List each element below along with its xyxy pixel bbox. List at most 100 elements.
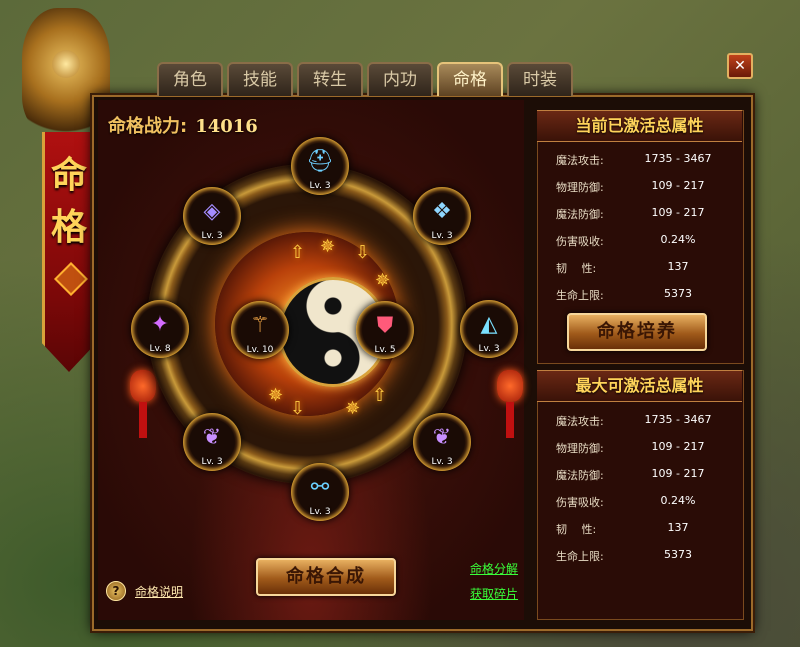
tab-rebirth[interactable]: 转生 bbox=[297, 62, 363, 96]
attr-key: 物理防御: bbox=[556, 181, 604, 194]
attr-key: 魔法防御: bbox=[556, 208, 604, 221]
attr-value: 109 - 217 bbox=[651, 467, 705, 480]
slot-level: Lv. 3 bbox=[309, 507, 331, 517]
armor-icon: ⛊ bbox=[376, 313, 394, 338]
gauntlet-icon: ✦ bbox=[150, 312, 170, 337]
current-attr-row: 魔法防御: 109 - 217 bbox=[556, 206, 736, 226]
slot-level: Lv. 10 bbox=[246, 345, 274, 355]
slot-ring-left[interactable]: ❦ Lv. 3 bbox=[183, 413, 241, 471]
current-attrs-title: 当前已激活总属性 bbox=[537, 110, 742, 142]
lantern-icon bbox=[497, 370, 523, 402]
rune-icon: ⇩ bbox=[290, 398, 306, 419]
current-attr-row: 生命上限: 5373 bbox=[556, 287, 736, 307]
current-attr-row: 物理防御: 109 - 217 bbox=[556, 179, 736, 199]
close-button[interactable]: ✕ bbox=[727, 53, 753, 79]
attr-value: 137 bbox=[667, 260, 689, 273]
slot-level: Lv. 3 bbox=[201, 457, 223, 467]
slot-gauntlet[interactable]: ✦ Lv. 8 bbox=[131, 300, 189, 358]
current-attr-row: 韧 性: 137 bbox=[556, 260, 736, 280]
attr-key: 韧 性: bbox=[556, 523, 597, 536]
ring-icon: ❦ bbox=[202, 425, 222, 450]
rune-icon: ⇧ bbox=[372, 385, 388, 406]
lantern-icon bbox=[130, 370, 156, 402]
obtain-fragments-link[interactable]: 获取碎片 bbox=[470, 585, 518, 602]
rune-icon: ✵ bbox=[268, 385, 284, 406]
help-link[interactable]: 命格说明 bbox=[135, 583, 183, 600]
attr-value: 109 - 217 bbox=[651, 206, 705, 219]
leggings-icon: ⚯ bbox=[310, 475, 330, 500]
slot-armor[interactable]: ⛊ Lv. 5 bbox=[356, 301, 414, 359]
slot-ring-right[interactable]: ❦ Lv. 3 bbox=[413, 413, 471, 471]
max-attr-row: 魔法防御: 109 - 217 bbox=[556, 467, 736, 487]
attr-value: 137 bbox=[667, 521, 689, 534]
slot-level: Lv. 3 bbox=[478, 344, 500, 354]
slot-level: Lv. 3 bbox=[201, 231, 223, 241]
max-attr-row: 魔法攻击: 1735 - 3467 bbox=[556, 413, 736, 433]
side-banner: 命 格 bbox=[42, 132, 96, 372]
banner-ornament-icon bbox=[54, 262, 88, 296]
attr-value: 0.24% bbox=[660, 233, 696, 246]
rune-icon: ⇧ bbox=[290, 242, 306, 263]
attr-key: 魔法攻击: bbox=[556, 415, 604, 428]
attr-value: 109 - 217 bbox=[651, 179, 705, 192]
rune-icon: ✵ bbox=[320, 236, 336, 257]
slot-staff[interactable]: ⚚ Lv. 10 bbox=[231, 301, 289, 359]
slot-amulet[interactable]: ◈ Lv. 3 bbox=[183, 187, 241, 245]
attr-key: 伤害吸收: bbox=[556, 496, 604, 509]
tassel-icon bbox=[506, 402, 514, 438]
banner-char-2: 格 bbox=[50, 206, 87, 248]
power-display: 命格战力: 14016 bbox=[108, 112, 258, 138]
rune-icon: ✵ bbox=[345, 398, 361, 419]
slot-level: Lv. 5 bbox=[374, 345, 396, 355]
max-attr-row: 物理防御: 109 - 217 bbox=[556, 440, 736, 460]
slot-shoulder[interactable]: ❖ Lv. 3 bbox=[413, 187, 471, 245]
attr-key: 生命上限: bbox=[556, 289, 604, 302]
tab-bar: 角色 技能 转生 内功 命格 时装 bbox=[157, 62, 573, 98]
attr-value: 5373 bbox=[664, 287, 692, 300]
current-attr-row: 伤害吸收: 0.24% bbox=[556, 233, 736, 253]
ring-icon: ❦ bbox=[432, 425, 452, 450]
max-attrs-title: 最大可激活总属性 bbox=[537, 370, 742, 402]
attr-value: 1735 - 3467 bbox=[644, 152, 712, 165]
attr-key: 韧 性: bbox=[556, 262, 597, 275]
slot-helmet[interactable]: ⛑ Lv. 3 bbox=[291, 137, 349, 195]
attr-value: 109 - 217 bbox=[651, 440, 705, 453]
staff-icon: ⚚ bbox=[250, 313, 270, 338]
rune-icon: ✵ bbox=[375, 270, 391, 291]
decompose-link[interactable]: 命格分解 bbox=[470, 560, 518, 577]
power-value: 14016 bbox=[195, 116, 258, 137]
slot-boots[interactable]: ◭ Lv. 3 bbox=[460, 300, 518, 358]
compose-button[interactable]: 命格合成 bbox=[256, 558, 396, 596]
amulet-icon: ◈ bbox=[203, 199, 221, 224]
slot-level: Lv. 3 bbox=[431, 457, 453, 467]
current-attr-row: 魔法攻击: 1735 - 3467 bbox=[556, 152, 736, 172]
power-label: 命格战力: bbox=[108, 116, 188, 137]
train-button[interactable]: 命格培养 bbox=[567, 313, 707, 351]
attr-key: 生命上限: bbox=[556, 550, 604, 563]
rune-icon: ⇩ bbox=[355, 242, 371, 263]
max-attr-row: 韧 性: 137 bbox=[556, 521, 736, 541]
max-attr-row: 生命上限: 5373 bbox=[556, 548, 736, 568]
attr-key: 魔法防御: bbox=[556, 469, 604, 482]
tab-destiny[interactable]: 命格 bbox=[437, 62, 503, 96]
shoulder-icon: ❖ bbox=[432, 199, 452, 224]
slot-level: Lv. 3 bbox=[309, 181, 331, 191]
attr-key: 魔法攻击: bbox=[556, 154, 604, 167]
attr-value: 1735 - 3467 bbox=[644, 413, 712, 426]
tab-character[interactable]: 角色 bbox=[157, 62, 223, 96]
attr-key: 物理防御: bbox=[556, 442, 604, 455]
tab-skills[interactable]: 技能 bbox=[227, 62, 293, 96]
max-attr-row: 伤害吸收: 0.24% bbox=[556, 494, 736, 514]
tab-inner-power[interactable]: 内功 bbox=[367, 62, 433, 96]
tab-fashion[interactable]: 时装 bbox=[507, 62, 573, 96]
helmet-icon: ⛑ bbox=[306, 149, 334, 174]
slot-level: Lv. 8 bbox=[149, 344, 171, 354]
slot-leggings[interactable]: ⚯ Lv. 3 bbox=[291, 463, 349, 521]
tassel-icon bbox=[139, 402, 147, 438]
attr-value: 5373 bbox=[664, 548, 692, 561]
attr-value: 0.24% bbox=[660, 494, 696, 507]
slot-level: Lv. 3 bbox=[431, 231, 453, 241]
banner-char-1: 命 bbox=[50, 154, 87, 196]
help-icon[interactable]: ? bbox=[106, 581, 126, 601]
boot-icon: ◭ bbox=[480, 312, 498, 337]
